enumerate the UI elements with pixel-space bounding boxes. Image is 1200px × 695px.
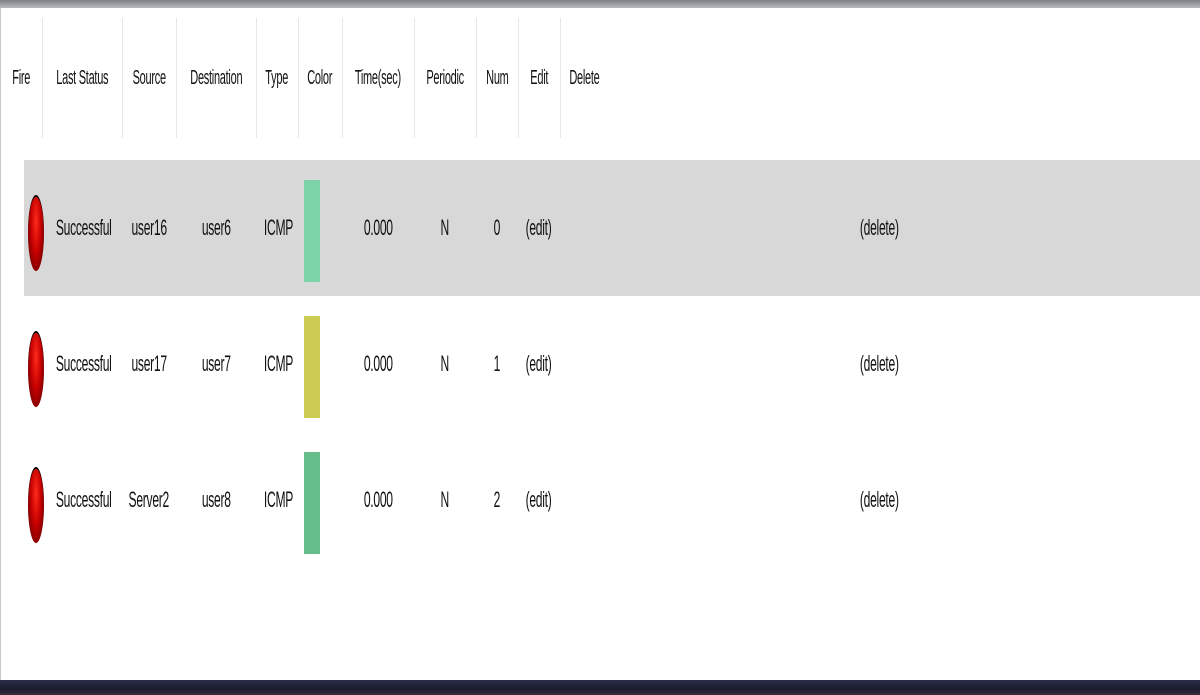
column-header-periodic-label: Periodic bbox=[426, 66, 464, 89]
column-header-edit-label: Edit bbox=[530, 66, 548, 89]
edit-link-text[interactable]: (edit) bbox=[526, 215, 552, 241]
source-text: user16 bbox=[131, 215, 167, 240]
column-header-destination[interactable]: Destination bbox=[176, 18, 257, 138]
column-header-color[interactable]: Color bbox=[298, 18, 343, 138]
column-header-edit[interactable]: Edit bbox=[518, 18, 561, 138]
destination-text: user6 bbox=[201, 215, 231, 240]
column-header-time-label: Time(sec) bbox=[354, 66, 402, 89]
type-cell: ICMP bbox=[256, 296, 300, 432]
column-header-delete[interactable]: Delete bbox=[560, 18, 608, 138]
num-cell: 0 bbox=[476, 160, 518, 296]
periodic-text: N bbox=[440, 487, 450, 512]
status-text: Successful bbox=[56, 487, 112, 512]
table-row[interactable]: Successful Server2 user8 ICMP 0.000 N 2 … bbox=[24, 432, 1200, 568]
status-cell: Successful bbox=[46, 160, 122, 296]
edit-link[interactable]: (edit) bbox=[518, 296, 560, 432]
destination-text: user8 bbox=[201, 487, 231, 512]
edit-link-text[interactable]: (edit) bbox=[526, 487, 552, 513]
num-cell: 2 bbox=[476, 432, 518, 568]
source-cell: user17 bbox=[122, 296, 176, 432]
status-cell: Successful bbox=[46, 432, 122, 568]
num-text: 1 bbox=[493, 351, 501, 376]
column-header-time[interactable]: Time(sec) bbox=[342, 18, 415, 138]
red-sphere-icon[interactable] bbox=[28, 195, 44, 271]
num-text: 0 bbox=[493, 215, 501, 240]
status-text: Successful bbox=[56, 351, 112, 376]
source-text: Server2 bbox=[128, 487, 170, 512]
time-text: 0.000 bbox=[363, 215, 393, 240]
destination-cell: user7 bbox=[176, 296, 256, 432]
column-header-delete-label: Delete bbox=[568, 66, 600, 89]
edit-link[interactable]: (edit) bbox=[518, 432, 560, 568]
source-cell: user16 bbox=[122, 160, 176, 296]
table-row[interactable]: Successful user17 user7 ICMP 0.000 N 1 (… bbox=[24, 296, 1200, 432]
delete-link-text[interactable]: (delete) bbox=[860, 487, 899, 513]
status-text: Successful bbox=[56, 215, 112, 240]
type-cell: ICMP bbox=[256, 160, 300, 296]
periodic-cell: N bbox=[414, 432, 476, 568]
column-header-type[interactable]: Type bbox=[256, 18, 299, 138]
delete-link-text[interactable]: (delete) bbox=[860, 215, 899, 241]
type-text: ICMP bbox=[263, 351, 293, 376]
time-text: 0.000 bbox=[363, 351, 393, 376]
num-cell: 1 bbox=[476, 296, 518, 432]
source-cell: Server2 bbox=[122, 432, 176, 568]
type-text: ICMP bbox=[263, 215, 293, 240]
delete-link[interactable]: (delete) bbox=[850, 160, 908, 296]
time-cell: 0.000 bbox=[342, 432, 414, 568]
num-text: 2 bbox=[493, 487, 501, 512]
red-sphere-icon[interactable] bbox=[28, 331, 44, 407]
color-swatch bbox=[304, 316, 320, 418]
column-header-type-label: Type bbox=[265, 66, 289, 89]
column-header-destination-label: Destination bbox=[189, 66, 243, 89]
status-cell: Successful bbox=[46, 296, 122, 432]
color-swatch bbox=[304, 452, 320, 554]
column-header-color-label: Color bbox=[307, 66, 333, 89]
edit-link[interactable]: (edit) bbox=[518, 160, 560, 296]
destination-cell: user6 bbox=[176, 160, 256, 296]
time-cell: 0.000 bbox=[342, 160, 414, 296]
time-cell: 0.000 bbox=[342, 296, 414, 432]
column-header-num-label: Num bbox=[485, 66, 509, 89]
delete-link[interactable]: (delete) bbox=[850, 296, 908, 432]
column-header-source-label: Source bbox=[132, 66, 166, 89]
periodic-text: N bbox=[440, 215, 450, 240]
delete-link[interactable]: (delete) bbox=[850, 432, 908, 568]
source-text: user17 bbox=[131, 351, 167, 376]
time-text: 0.000 bbox=[363, 487, 393, 512]
taskbar-strip bbox=[0, 680, 1200, 695]
destination-text: user7 bbox=[201, 351, 231, 376]
periodic-cell: N bbox=[414, 160, 476, 296]
column-header-periodic[interactable]: Periodic bbox=[414, 18, 477, 138]
edit-link-text[interactable]: (edit) bbox=[526, 351, 552, 377]
destination-cell: user8 bbox=[176, 432, 256, 568]
column-header-source[interactable]: Source bbox=[122, 18, 177, 138]
column-header-last-status-label: Last Status bbox=[55, 66, 109, 89]
column-header-last-status[interactable]: Last Status bbox=[42, 18, 123, 138]
column-header-num[interactable]: Num bbox=[476, 18, 519, 138]
delete-link-text[interactable]: (delete) bbox=[860, 351, 899, 377]
type-cell: ICMP bbox=[256, 432, 300, 568]
type-text: ICMP bbox=[263, 487, 293, 512]
red-sphere-icon[interactable] bbox=[28, 467, 44, 543]
window-top-border bbox=[0, 0, 1200, 8]
color-swatch bbox=[304, 180, 320, 282]
column-header-fire[interactable]: Fire bbox=[0, 18, 43, 138]
periodic-cell: N bbox=[414, 296, 476, 432]
periodic-text: N bbox=[440, 351, 450, 376]
column-header-fire-label: Fire bbox=[12, 66, 30, 89]
table-row[interactable]: Successful user16 user6 ICMP 0.000 N 0 (… bbox=[24, 160, 1200, 296]
